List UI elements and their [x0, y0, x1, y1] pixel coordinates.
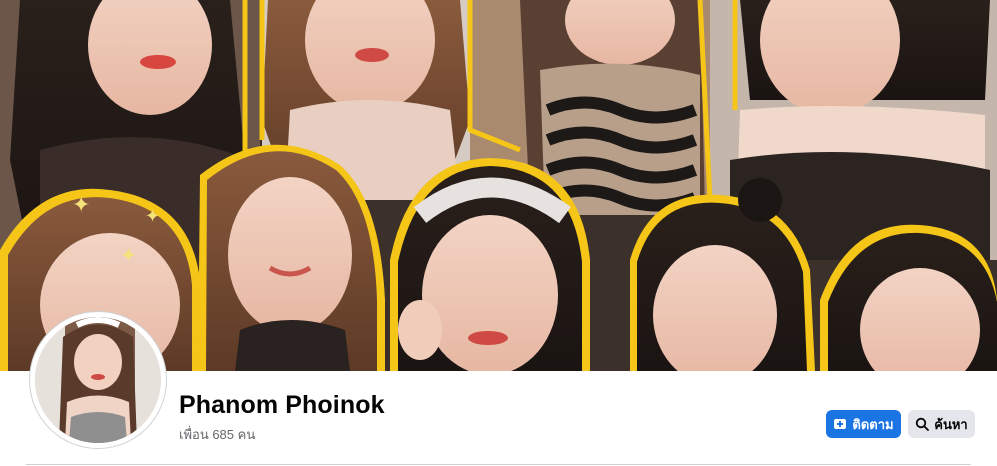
avatar-image [35, 317, 161, 443]
profile-avatar[interactable] [30, 312, 166, 448]
cover-photo[interactable]: ✦ ✦ ✦ [0, 0, 997, 371]
follow-button[interactable]: ติดตาม [826, 410, 901, 438]
header-divider [26, 464, 971, 465]
search-label: ค้นหา [934, 416, 968, 432]
svg-text:✦: ✦ [145, 206, 160, 226]
svg-text:✦: ✦ [72, 192, 90, 217]
follow-label: ติดตาม [852, 416, 894, 432]
svg-text:✦: ✦ [120, 245, 137, 267]
search-button[interactable]: ค้นหา [908, 410, 975, 438]
cover-collage-image: ✦ ✦ ✦ [0, 0, 997, 371]
follow-icon [833, 417, 847, 431]
profile-name: Phanom Phoinok [179, 391, 385, 419]
friends-count[interactable]: เพื่อน 685 คน [179, 424, 255, 445]
search-icon [915, 417, 930, 431]
